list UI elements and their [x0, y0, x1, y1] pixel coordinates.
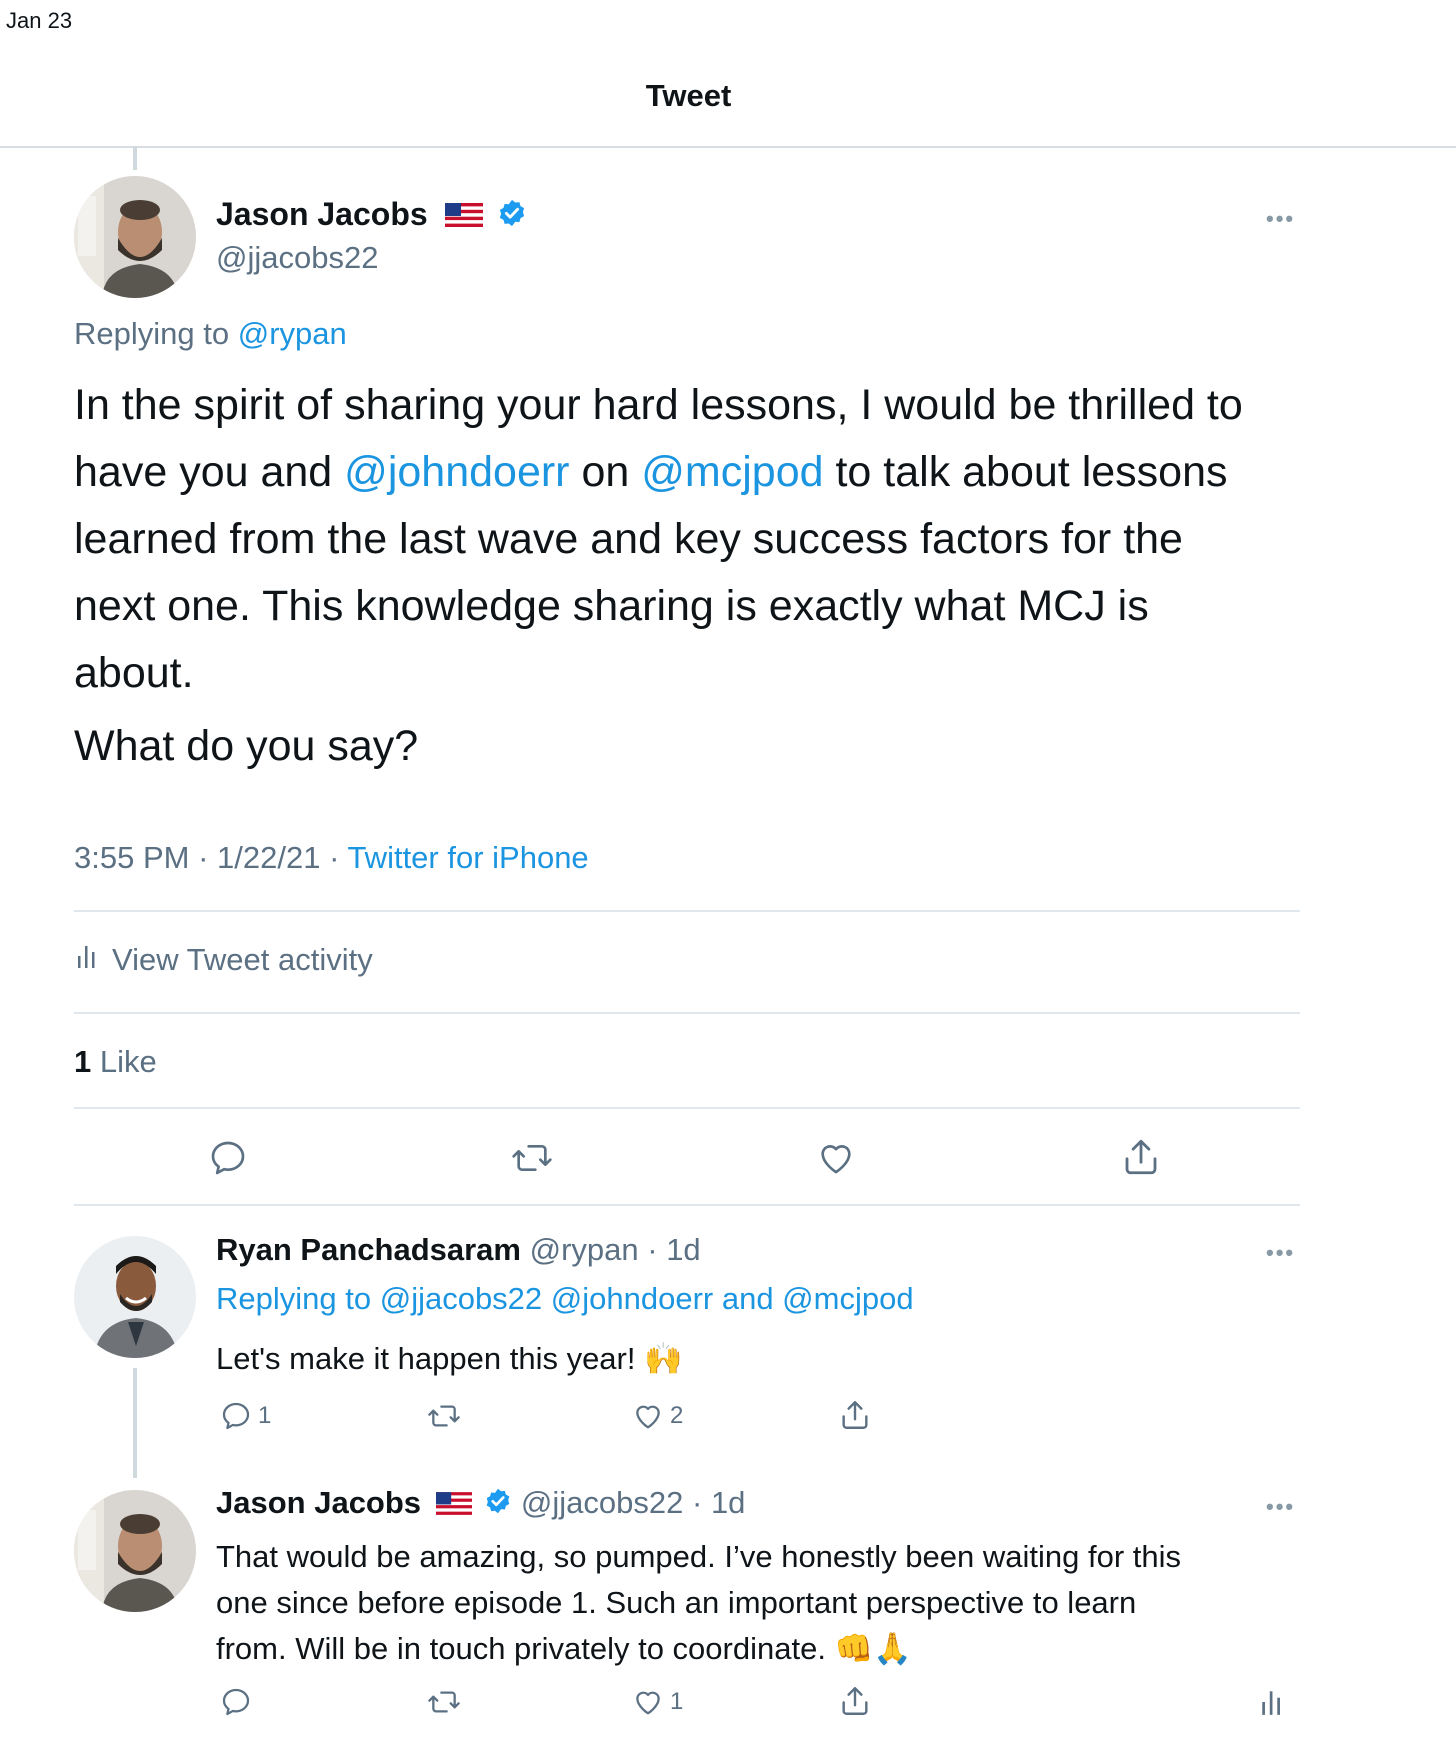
tweet-line: about.: [74, 649, 194, 697]
avatar-image: [74, 176, 196, 298]
retweet-icon: [512, 1145, 552, 1171]
tweet-date: 1/22/21: [217, 840, 321, 875]
author-handle[interactable]: @jjacobs22: [521, 1485, 683, 1520]
like-count-row[interactable]: 1 Like: [74, 1044, 157, 1080]
verified-icon: [491, 198, 527, 236]
avatar-jason[interactable]: [74, 1490, 196, 1612]
tweet-text: on: [569, 448, 642, 496]
reply-age: 1d: [710, 1485, 746, 1520]
divider: [74, 1204, 1300, 1206]
more-icon[interactable]: •••: [1266, 1240, 1295, 1266]
view-activity-label: View Tweet activity: [112, 942, 373, 977]
tweet-line: next one. This knowledge sharing is exac…: [74, 582, 1149, 630]
avatar-image: [74, 1490, 196, 1612]
mention-johndoerr[interactable]: @johndoerr: [344, 448, 569, 496]
activity-button[interactable]: [1258, 1686, 1288, 1718]
header-divider: [0, 146, 1456, 148]
author-handle[interactable]: @rypan: [530, 1232, 639, 1267]
separator: ·: [320, 840, 348, 875]
divider: [74, 1012, 1300, 1014]
share-button[interactable]: [838, 1684, 872, 1718]
like-icon: [821, 1145, 851, 1174]
like-icon: [636, 1691, 660, 1715]
tweet-paragraph: What do you say?: [74, 722, 419, 770]
replying-to: Replying to @rypan: [74, 316, 347, 352]
reply1-replying-to: Replying to @jjacobs22 @johndoerr and @m…: [216, 1281, 914, 1317]
verified-icon: [480, 1487, 512, 1523]
author-name[interactable]: Ryan Panchadsaram: [216, 1232, 521, 1267]
avatar-image: [74, 1236, 196, 1358]
reply-icon: [222, 1402, 250, 1430]
like-label: Like: [91, 1044, 157, 1079]
retweet-button[interactable]: [510, 1138, 554, 1183]
separator: ·: [189, 840, 218, 875]
thread-connector: [133, 146, 137, 170]
avatar-jason[interactable]: [74, 176, 196, 298]
replying-handle-link[interactable]: @rypan: [238, 316, 347, 351]
reply-button[interactable]: [208, 1138, 248, 1183]
reply2-header: Jason Jacobs @jjacobs22 · 1d: [216, 1485, 745, 1523]
separator: ·: [638, 1232, 667, 1267]
author-handle[interactable]: @jjacobs22: [216, 240, 378, 276]
share-button[interactable]: [838, 1398, 872, 1432]
replying-prefix: Replying to: [216, 1281, 380, 1316]
activity-icon: [74, 942, 102, 978]
tweet-text: to talk about lessons: [823, 448, 1228, 496]
like-button[interactable]: 1: [632, 1686, 683, 1718]
reply-line: from. Will be in touch privately to coor…: [216, 1631, 912, 1666]
like-icon: [636, 1405, 660, 1429]
reply-button[interactable]: [220, 1686, 252, 1718]
divider: [74, 1107, 1300, 1109]
more-icon[interactable]: •••: [1266, 1494, 1295, 1520]
avatar-ryan[interactable]: [74, 1236, 196, 1358]
thread-connector: [133, 1368, 137, 1478]
reply1-header: Ryan Panchadsaram @rypan · 1d: [216, 1232, 701, 1268]
separator: ·: [683, 1485, 711, 1520]
like-count: 2: [670, 1402, 684, 1429]
retweet-button[interactable]: [426, 1400, 462, 1432]
tweet-line: learned from the last wave and key succe…: [74, 515, 1183, 563]
share-button[interactable]: [1120, 1136, 1162, 1183]
tweet-line: have you and @johndoerr on @mcjpod to ta…: [74, 439, 1364, 506]
us-flag-icon: [437, 198, 483, 235]
reply-icon: [211, 1141, 245, 1175]
author-name[interactable]: Jason Jacobs: [216, 196, 428, 232]
like-button[interactable]: [816, 1138, 856, 1183]
retweet-button[interactable]: [426, 1686, 462, 1718]
us-flag-icon: [430, 1487, 472, 1523]
mention-mcjpod[interactable]: @mcjpod: [641, 448, 823, 496]
tweet-source-link[interactable]: Twitter for iPhone: [347, 840, 588, 875]
like-button[interactable]: 2: [632, 1400, 683, 1432]
tweet-time: 3:55 PM: [74, 840, 190, 875]
share-icon: [1125, 1139, 1157, 1175]
like-count: 1: [74, 1044, 92, 1079]
retweet-icon: [428, 1405, 460, 1427]
reply-count: 1: [258, 1402, 272, 1429]
reply-line: one since before episode 1. Such an impo…: [216, 1585, 1137, 1620]
more-icon[interactable]: •••: [1266, 206, 1295, 232]
reply-icon: [222, 1688, 250, 1716]
share-icon: [842, 1401, 868, 1429]
reply-age: 1d: [666, 1232, 701, 1267]
replying-handles-link[interactable]: @jjacobs22 @johndoerr and @mcjpod: [380, 1281, 914, 1316]
status-date: Jan 23: [6, 8, 73, 33]
retweet-icon: [428, 1691, 460, 1713]
share-icon: [842, 1687, 868, 1715]
activity-icon: [1262, 1691, 1280, 1715]
main-author-row: Jason Jacobs: [216, 196, 527, 236]
replying-prefix: Replying to: [74, 316, 230, 351]
like-count: 1: [670, 1688, 684, 1715]
tweet-meta: 3:55 PM · 1/22/21 · Twitter for iPhone: [74, 840, 589, 876]
tweet-line: In the spirit of sharing your hard lesso…: [74, 381, 1243, 429]
reply-button[interactable]: 1: [220, 1400, 271, 1432]
reply2-text: That would be amazing, so pumped. I’ve h…: [216, 1534, 1181, 1672]
page-title: Tweet: [645, 78, 732, 113]
view-activity-button[interactable]: View Tweet activity: [74, 942, 373, 978]
tweet-body: In the spirit of sharing your hard lesso…: [74, 372, 1364, 707]
reply1-text: Let's make it happen this year! 🙌: [216, 1341, 683, 1376]
reply-line: That would be amazing, so pumped. I’ve h…: [216, 1539, 1181, 1574]
tweet-text: have you and: [74, 448, 345, 496]
author-name[interactable]: Jason Jacobs: [216, 1485, 421, 1520]
divider: [74, 910, 1300, 912]
